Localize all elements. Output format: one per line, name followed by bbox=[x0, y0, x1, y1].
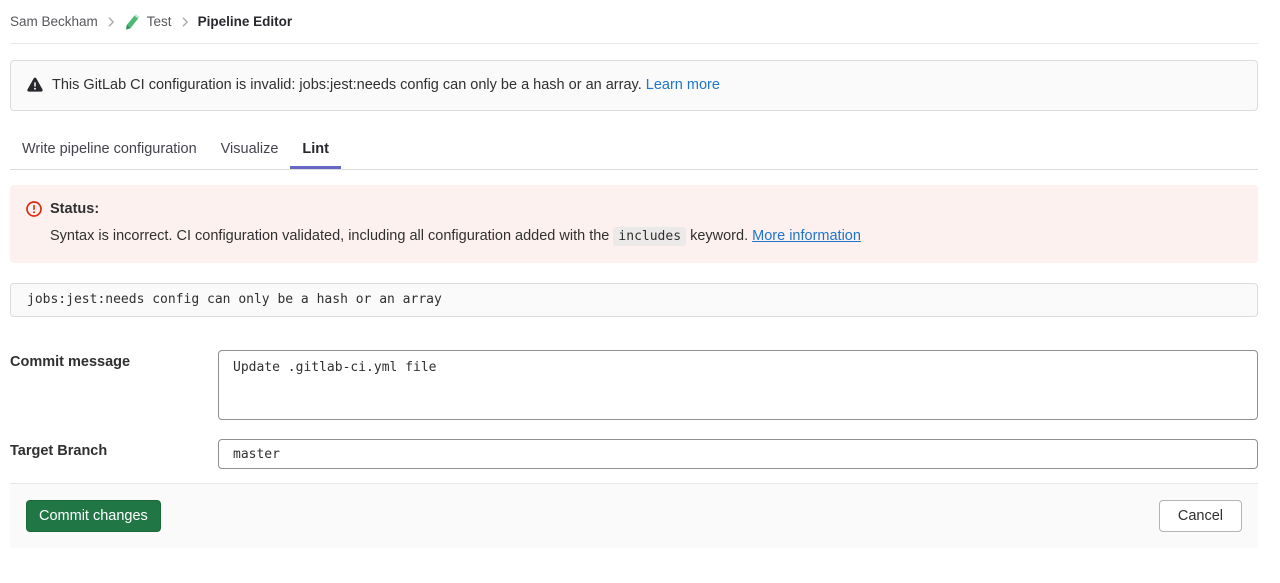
learn-more-link[interactable]: Learn more bbox=[646, 77, 720, 93]
lint-status-text: Syntax is incorrect. CI configuration va… bbox=[50, 228, 609, 244]
ci-invalid-alert: This GitLab CI configuration is invalid:… bbox=[10, 60, 1258, 111]
commit-message-row: Commit message Update .gitlab-ci.yml fil… bbox=[10, 350, 1258, 420]
alert-text: This GitLab CI configuration is invalid:… bbox=[52, 77, 642, 93]
warning-triangle-icon bbox=[27, 77, 43, 93]
project-avatar-pencil-icon bbox=[124, 13, 141, 30]
chevron-right-icon bbox=[104, 15, 118, 29]
commit-message-label: Commit message bbox=[10, 350, 218, 370]
commit-changes-button[interactable]: Commit changes bbox=[26, 500, 161, 532]
chevron-right-icon bbox=[178, 15, 192, 29]
error-circle-icon bbox=[26, 201, 42, 217]
pipeline-editor-page: Sam Beckham Test Pipeline Editor This Gi… bbox=[0, 0, 1280, 548]
includes-code-chip: includes bbox=[613, 227, 686, 246]
lint-status-text-after: keyword. bbox=[690, 228, 748, 244]
alert-message: This GitLab CI configuration is invalid:… bbox=[52, 76, 720, 95]
lint-error-output: jobs:jest:needs config can only be a has… bbox=[10, 283, 1258, 317]
breadcrumb-item-current: Pipeline Editor bbox=[198, 14, 293, 29]
lint-status-title: Status: bbox=[50, 199, 99, 219]
breadcrumb-item-project[interactable]: Test bbox=[147, 14, 172, 29]
lint-status-section: Status: Syntax is incorrect. CI configur… bbox=[10, 185, 1258, 263]
breadcrumb: Sam Beckham Test Pipeline Editor bbox=[10, 0, 1258, 44]
breadcrumb-item-user[interactable]: Sam Beckham bbox=[10, 14, 98, 29]
pipeline-editor-tabs: Write pipeline configuration Visualize L… bbox=[10, 138, 1258, 170]
commit-form-actions: Commit changes Cancel bbox=[10, 483, 1258, 548]
lint-status-message: Syntax is incorrect. CI configuration va… bbox=[50, 226, 1242, 247]
target-branch-input[interactable] bbox=[218, 439, 1258, 469]
tab-visualize[interactable]: Visualize bbox=[209, 138, 291, 169]
lint-status-title-row: Status: bbox=[26, 199, 1242, 219]
tab-lint[interactable]: Lint bbox=[290, 138, 341, 169]
target-branch-row: Target Branch bbox=[10, 439, 1258, 469]
commit-form: Commit message Update .gitlab-ci.yml fil… bbox=[10, 350, 1258, 548]
more-information-link[interactable]: More information bbox=[752, 228, 861, 244]
target-branch-label: Target Branch bbox=[10, 439, 218, 459]
tab-write-pipeline-configuration[interactable]: Write pipeline configuration bbox=[10, 138, 209, 169]
commit-message-input[interactable]: Update .gitlab-ci.yml file bbox=[218, 350, 1258, 420]
cancel-button[interactable]: Cancel bbox=[1159, 500, 1242, 532]
